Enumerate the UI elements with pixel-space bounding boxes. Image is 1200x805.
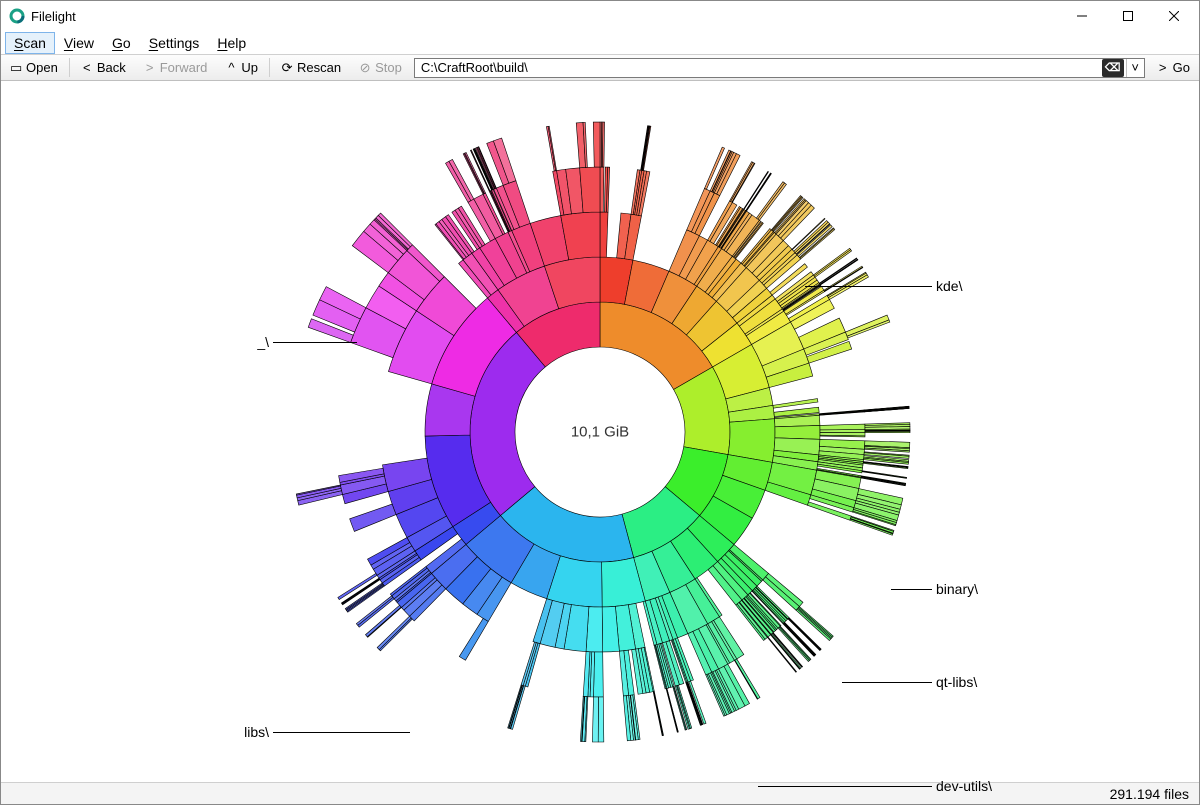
sunburst-segment[interactable]: [653, 691, 662, 735]
sunburst-segment[interactable]: [548, 126, 556, 171]
sunburst-segment[interactable]: [602, 122, 604, 167]
sunburst-segment[interactable]: [345, 582, 383, 609]
sunburst-segment[interactable]: [756, 181, 784, 218]
window-maximize-button[interactable]: [1105, 1, 1151, 31]
sunburst-segment[interactable]: [796, 608, 831, 640]
toolbar-separator: [69, 58, 70, 77]
chevron-right-icon: >: [144, 60, 156, 75]
menu-view[interactable]: View: [55, 32, 103, 54]
sunburst-segment[interactable]: [446, 161, 471, 202]
sunburst-segment[interactable]: [780, 626, 811, 660]
sunburst-segment[interactable]: [771, 633, 801, 668]
folder-open-icon: ▭: [10, 60, 22, 76]
sunburst-segment[interactable]: [592, 696, 598, 741]
sunburst-canvas[interactable]: 10,1 GiB kde\binary\qt-libs\dev-utils\li…: [1, 81, 1199, 782]
sunburst-segment[interactable]: [771, 634, 800, 669]
sunburst-segment[interactable]: [523, 642, 538, 686]
back-button[interactable]: <Back: [72, 55, 135, 80]
sunburst-segment[interactable]: [758, 182, 787, 219]
sunburst-segment[interactable]: [580, 166, 600, 212]
sunburst-segment[interactable]: [675, 685, 689, 728]
backspace-icon: ⌫: [1105, 61, 1121, 74]
sunburst-segment[interactable]: [350, 504, 396, 531]
sunburst-segment[interactable]: [593, 651, 603, 696]
sunburst-segment[interactable]: [813, 248, 850, 276]
up-button[interactable]: ^Up: [216, 55, 267, 80]
sunburst-segment[interactable]: [775, 425, 820, 439]
menu-settings[interactable]: Settings: [140, 32, 209, 54]
sunburst-segment[interactable]: [593, 122, 600, 167]
stop-button[interactable]: ⊘Stop: [350, 55, 411, 80]
sunburst-segment[interactable]: [600, 167, 604, 212]
app-icon: [9, 8, 25, 24]
sunburst-segment[interactable]: [820, 424, 865, 430]
chevron-down-icon: ˅: [1131, 60, 1139, 75]
sunburst-segment[interactable]: [771, 634, 800, 669]
sunburst-segment[interactable]: [828, 274, 868, 299]
sunburst-segment[interactable]: [600, 212, 608, 257]
file-count: 291.194 files: [1110, 786, 1189, 802]
sunburst-segment[interactable]: [731, 162, 755, 202]
app-window: Filelight Scan View Go Settings Help ▭Op…: [0, 0, 1200, 805]
menu-go[interactable]: Go: [103, 32, 140, 54]
menu-scan[interactable]: Scan: [5, 32, 55, 54]
menubar: Scan View Go Settings Help: [1, 31, 1199, 55]
sunburst-segment[interactable]: [861, 476, 905, 484]
toolbar-separator: [269, 58, 270, 77]
sunburst-segment[interactable]: [474, 148, 493, 189]
sunburst-segment[interactable]: [744, 171, 769, 209]
sunburst-segment[interactable]: [358, 597, 394, 627]
clear-path-button[interactable]: ⌫: [1102, 59, 1124, 77]
statusbar: 291.194 files: [1, 782, 1199, 804]
sunburst-segment[interactable]: [598, 696, 604, 741]
titlebar: Filelight: [1, 1, 1199, 31]
toolbar: ▭Open <Back >Forward ^Up ⟳Rescan ⊘Stop ⌫…: [1, 55, 1199, 81]
window-close-button[interactable]: [1151, 1, 1197, 31]
go-button[interactable]: >Go: [1148, 55, 1199, 80]
refresh-icon: ⟳: [281, 60, 293, 76]
chevron-up-icon: ^: [225, 60, 237, 75]
forward-button[interactable]: >Forward: [135, 55, 217, 80]
app-title: Filelight: [31, 9, 76, 24]
chevron-right-icon: >: [1157, 60, 1169, 75]
menu-help[interactable]: Help: [208, 32, 255, 54]
sunburst-segment[interactable]: [796, 223, 830, 254]
sunburst-segment[interactable]: [820, 435, 865, 437]
sunburst-segment[interactable]: [797, 608, 831, 639]
sunburst-segment[interactable]: [814, 249, 851, 277]
sunburst-segment[interactable]: [511, 685, 526, 729]
path-input[interactable]: [415, 59, 1102, 77]
sunburst-segment[interactable]: [820, 258, 857, 283]
open-button[interactable]: ▭Open: [1, 55, 67, 80]
sunburst-segment[interactable]: [459, 618, 488, 660]
address-bar: ⌫ ˅: [411, 55, 1148, 80]
rescan-button[interactable]: ⟳Rescan: [272, 55, 350, 80]
sunburst-segment[interactable]: [845, 315, 889, 336]
path-history-dropdown[interactable]: ˅: [1126, 59, 1144, 77]
sunburst-segment[interactable]: [865, 431, 910, 432]
sunburst-segment[interactable]: [546, 126, 555, 171]
sunburst-segment[interactable]: [820, 429, 865, 432]
sunburst-segment[interactable]: [773, 398, 818, 408]
sunburst-chart[interactable]: [250, 82, 950, 782]
stop-icon: ⊘: [359, 60, 371, 76]
chevron-left-icon: <: [81, 60, 93, 75]
window-minimize-button[interactable]: [1059, 1, 1105, 31]
